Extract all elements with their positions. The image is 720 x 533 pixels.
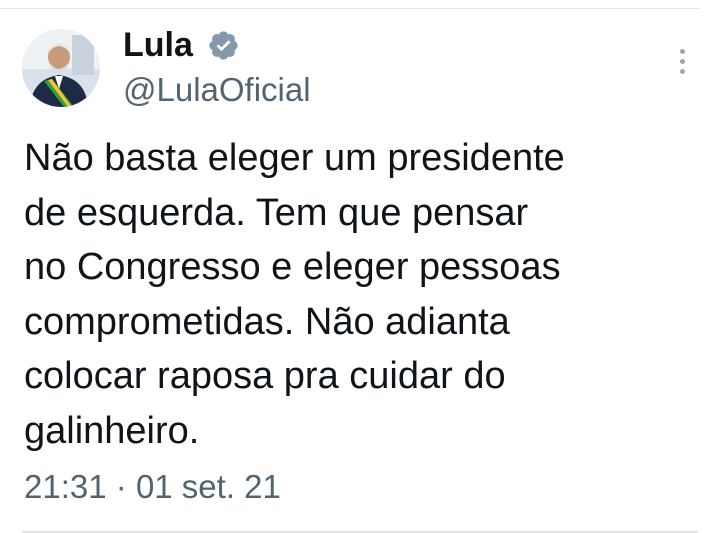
more-dot xyxy=(679,68,685,74)
tweet-text-line: galinheiro. xyxy=(24,409,200,452)
top-divider xyxy=(0,8,700,9)
tweet-text-line: Não basta eleger um presidente xyxy=(24,137,565,179)
more-dot xyxy=(679,48,685,54)
user-handle[interactable]: @LulaOficial xyxy=(123,72,311,108)
tweet-text-line: no Congresso e eleger pessoas xyxy=(24,246,561,288)
meta-separator: · xyxy=(115,468,127,505)
avatar-photo xyxy=(22,29,100,107)
tweet-card: Lula @LulaOficial Não basta eleger um pr… xyxy=(0,0,720,533)
tweet-text: Não basta eleger um presidente de esquer… xyxy=(24,131,684,458)
avatar[interactable] xyxy=(22,29,100,107)
more-options-icon[interactable] xyxy=(668,44,696,78)
tweet-timestamp[interactable]: 21:31 · 01 set. 21 xyxy=(24,469,281,505)
tweet-text-line: de esquerda. Tem que pensar xyxy=(24,191,529,234)
more-dot xyxy=(679,58,685,64)
verified-badge-icon xyxy=(207,29,240,62)
tweet-text-line: comprometidas. Não adianta xyxy=(24,300,510,343)
display-name[interactable]: Lula xyxy=(123,26,193,64)
tweet-text-line: colocar raposa pra cuidar do xyxy=(24,355,506,397)
tweet-date: 01 set. 21 xyxy=(135,468,281,505)
tweet-time: 21:31 xyxy=(24,468,107,505)
